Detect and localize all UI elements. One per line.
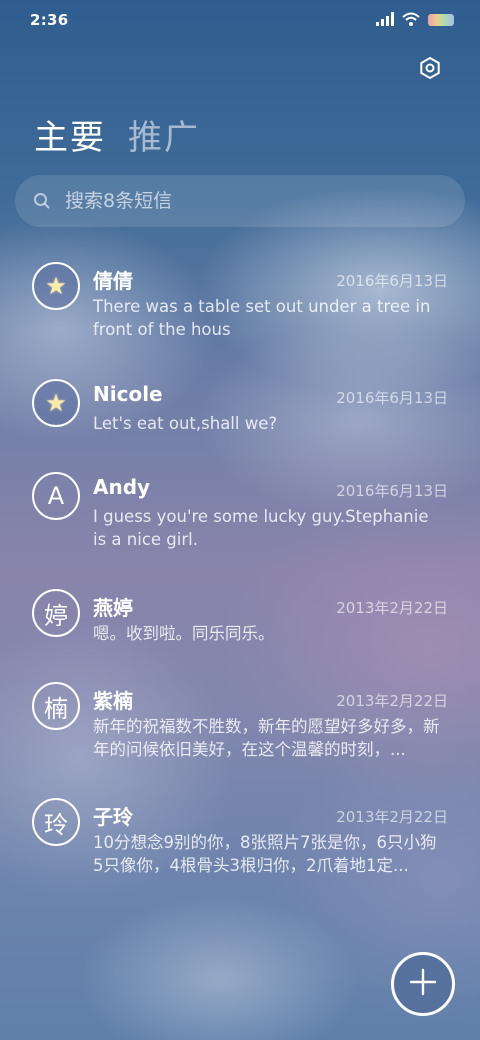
plus-icon [408, 967, 438, 1001]
conversation-item-zinan[interactable]: 楠 紫楠 2013年2月22日 新年的祝福数不胜数，新年的愿望好多好多，新年的问… [0, 682, 480, 768]
conversation-date: 2016年6月13日 [336, 482, 448, 500]
conversation-name: Andy [93, 475, 151, 499]
search-bar[interactable] [15, 175, 465, 227]
tab-bar: 主要 推广 [34, 110, 200, 159]
conversation-date: 2013年2月22日 [336, 692, 448, 710]
conversation-item-qianqian[interactable]: ★ 倩倩 2016年6月13日 There was a table set ou… [0, 262, 480, 348]
conversation-name: Nicole [93, 382, 163, 406]
conversation-name: 紫楠 [93, 689, 133, 713]
new-message-button[interactable] [391, 952, 455, 1016]
tab-main[interactable]: 主要 [34, 110, 106, 159]
conversation-date: 2013年2月22日 [336, 599, 448, 617]
status-time: 2:36 [30, 11, 69, 29]
avatar: A [32, 472, 80, 520]
signal-icon [376, 11, 394, 30]
settings-button[interactable] [416, 56, 444, 84]
avatar: ★ [32, 262, 80, 310]
conversation-preview: 嗯。收到啦。同乐同乐。 [93, 624, 275, 643]
conversation-item-nicole[interactable]: ★ Nicole 2016年6月13日 Let's eat out,shall … [0, 379, 480, 439]
conversation-name: 子玲 [93, 805, 133, 829]
settings-icon [418, 56, 442, 84]
tab-promotions[interactable]: 推广 [128, 110, 200, 159]
status-bar: 2:36 [0, 0, 480, 40]
conversation-date: 2016年6月13日 [336, 272, 448, 290]
conversation-preview: 新年的祝福数不胜数，新年的愿望好多好多，新年的问候依旧美好，在这个温馨的时刻，.… [93, 717, 440, 759]
star-icon: ★ [45, 389, 67, 417]
search-icon [31, 190, 53, 212]
conversation-item-yanting[interactable]: 婷 燕婷 2013年2月22日 嗯。收到啦。同乐同乐。 [0, 589, 480, 649]
conversation-item-ziling[interactable]: 玲 子玲 2013年2月22日 10分想念9别的你，8张照片7张是你，6只小狗5… [0, 798, 480, 884]
wifi-icon [402, 11, 420, 30]
conversation-name: 燕婷 [93, 596, 133, 620]
conversation-preview: Let's eat out,shall we? [93, 414, 278, 433]
avatar: 楠 [32, 682, 80, 730]
search-input[interactable] [65, 190, 445, 212]
conversation-name: 倩倩 [93, 269, 133, 293]
battery-icon [428, 14, 454, 26]
conversation-preview: 10分想念9别的你，8张照片7张是你，6只小狗5只像你，4根骨头3根归你，2爪着… [93, 833, 437, 875]
avatar: 婷 [32, 589, 80, 637]
avatar: ★ [32, 379, 80, 427]
conversation-date: 2016年6月13日 [336, 389, 448, 407]
star-icon: ★ [45, 272, 67, 300]
conversation-preview: There was a table set out under a tree i… [93, 297, 431, 339]
avatar: 玲 [32, 798, 80, 846]
conversation-item-andy[interactable]: A Andy 2016年6月13日 I guess you're some lu… [0, 472, 480, 558]
conversation-preview: I guess you're some lucky guy.Stephanie … [93, 507, 429, 549]
status-icons [376, 11, 454, 30]
conversation-date: 2013年2月22日 [336, 808, 448, 826]
messages-screen: 2:36 主要 推广 搜索8条短信 ★ 倩倩 2016年6月13日 There … [0, 0, 480, 1040]
